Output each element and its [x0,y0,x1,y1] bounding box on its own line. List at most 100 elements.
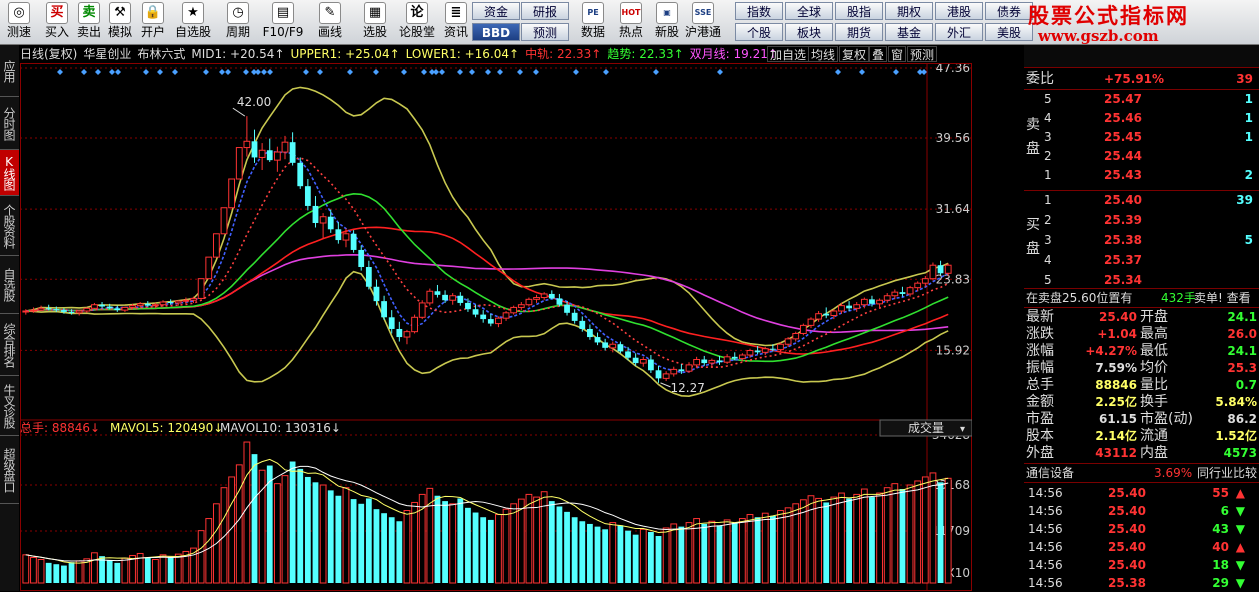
watchlist-button[interactable]: ★ 自选股 [172,1,214,43]
candle [281,141,289,153]
buy-level-row: 5 25.34 [1024,272,1259,289]
candle [738,354,746,360]
left-tab-0[interactable]: 应用 [0,45,19,97]
volume-type-dropdown[interactable]: 成交量 ▾ [879,419,972,437]
market-bottom-0-button[interactable]: 个股 [735,23,783,41]
speed-test-button[interactable]: ◎ 测速 [2,1,36,43]
candle [556,298,563,305]
left-tab-3[interactable]: 个股资料 [0,196,19,256]
new-stock-button[interactable]: ▣ 新股 [648,1,686,43]
signal-diamond [225,69,231,75]
open-account-button[interactable]: 🔒 开户 [137,1,169,43]
candle [190,297,197,301]
market-bottom-5-button[interactable]: 美股 [985,23,1033,41]
kline-chart[interactable]: 47.3639.5631.6423.8315.9242.0012.2734628… [20,63,972,591]
signal-diamond [243,69,249,75]
chart-option-1-button[interactable]: 均线 [808,46,839,62]
candle [350,233,357,250]
period-button[interactable]: ◷ 周期 [218,1,258,43]
market-bottom-4-button[interactable]: 外汇 [935,23,983,41]
f10-button[interactable]: ▤ F10/F9 [260,1,306,43]
volume-bar [167,556,174,583]
market-top-0-button[interactable]: 指数 [735,2,783,20]
up-arrow-icon: ▲ [1235,486,1245,500]
volume-bar [777,510,784,584]
candle [899,292,906,294]
left-tab-7[interactable]: 超级盘口 [0,436,19,504]
left-tab-2[interactable]: K线图 [0,150,19,196]
tool-1-button[interactable]: 研报 [521,2,569,20]
market-bottom-3-button[interactable]: 基金 [885,23,933,41]
candle [289,142,296,163]
news-button[interactable]: ≣ 资讯 [440,1,472,43]
left-tab-5[interactable]: 综合排名 [0,314,19,376]
forum-button[interactable]: 论论股堂 [395,1,439,43]
signal-diamond [401,69,407,75]
left-tab-4[interactable]: 自选股 [0,256,19,314]
left-tab-6[interactable]: 牛叉诊股 [0,376,19,436]
hk-connect-icon: SSE [692,2,714,24]
volume-bar [701,523,708,583]
tool-0-button[interactable]: 资金 [472,2,520,20]
market-top-4-button[interactable]: 港股 [935,2,983,20]
large-order-notice[interactable]: 在卖盘25.60位置有 432手卖单! 查看详情 [1024,290,1259,307]
simulate-button[interactable]: ⚒ 模拟 [104,1,136,43]
candle [335,229,342,241]
volume-bar [30,556,37,584]
volume-bar [860,488,868,584]
volume-bar [784,507,792,584]
draw-line-button[interactable]: ✎ 画线 [308,1,352,43]
candle [388,317,395,329]
volume-bar [625,530,631,583]
chart-option-5-button[interactable]: 预测 [907,46,938,62]
candle [136,303,144,307]
high-label: 42.00 [237,95,271,109]
tool-2-button[interactable]: BBD [472,23,520,41]
volume-bar [37,559,45,584]
volume-bar [327,490,334,583]
sell-button[interactable]: 卖卖出 [74,1,104,43]
sector-row[interactable]: 通信设备 3.69% 同行业比较 [1024,465,1259,482]
market-top-1-button[interactable]: 全球 [785,2,833,20]
data-button[interactable]: PE 数据 [574,1,612,43]
candle [807,318,815,326]
toolbar-label: 买入 [44,25,69,39]
volume-bar [350,499,357,583]
candle [472,309,479,315]
chart-option-0-button[interactable]: 加自选 [767,46,810,62]
tool-3-button[interactable]: 预测 [521,23,569,41]
left-tab-1[interactable]: 分时图 [0,97,19,150]
volume-bar [632,534,639,583]
chart-option-2-button[interactable]: 复权 [839,46,870,62]
market-bottom-2-button[interactable]: 期货 [835,23,883,41]
buy-button[interactable]: 买买入 [40,1,74,43]
hk-connect-button[interactable]: SSE 沪港通 [684,1,722,43]
signal-diamond [603,69,609,75]
buy-level-row: 4 25.37 [1024,252,1259,269]
chart-option-3-button[interactable]: 叠 [869,46,888,62]
chart-option-4-button[interactable]: 窗 [888,46,907,62]
volume-bar [937,482,944,583]
quote-stat-row: 外盘 43112 内盘 4573 [1024,445,1259,462]
hot-button[interactable]: HOT 热点 [612,1,650,43]
volume-bar [480,517,487,583]
market-top-3-button[interactable]: 期权 [885,2,933,20]
volume-bar [68,562,75,583]
tick-volume: 29 [1212,576,1229,590]
candle [182,299,190,302]
market-top-5-button[interactable]: 债券 [985,2,1033,20]
buy-volume: 5 [1244,233,1253,247]
tick-row: 14:56 25.40 6 ▼ [1024,503,1259,520]
tick-row: 14:56 25.38 29 ▼ [1024,575,1259,592]
market-bottom-1-button[interactable]: 板块 [785,23,833,41]
stock-select-icon: ▦ [364,2,386,24]
divider [1024,89,1259,90]
volume-bar [403,510,411,584]
toolbar-label: 卖出 [76,25,101,39]
candle [929,264,937,280]
signal-diamond [497,69,503,75]
market-top-2-button[interactable]: 股指 [835,2,883,20]
signal-diamond [81,69,87,75]
volume-bar [769,515,776,583]
stock-select-button[interactable]: ▦ 选股 [357,1,393,43]
